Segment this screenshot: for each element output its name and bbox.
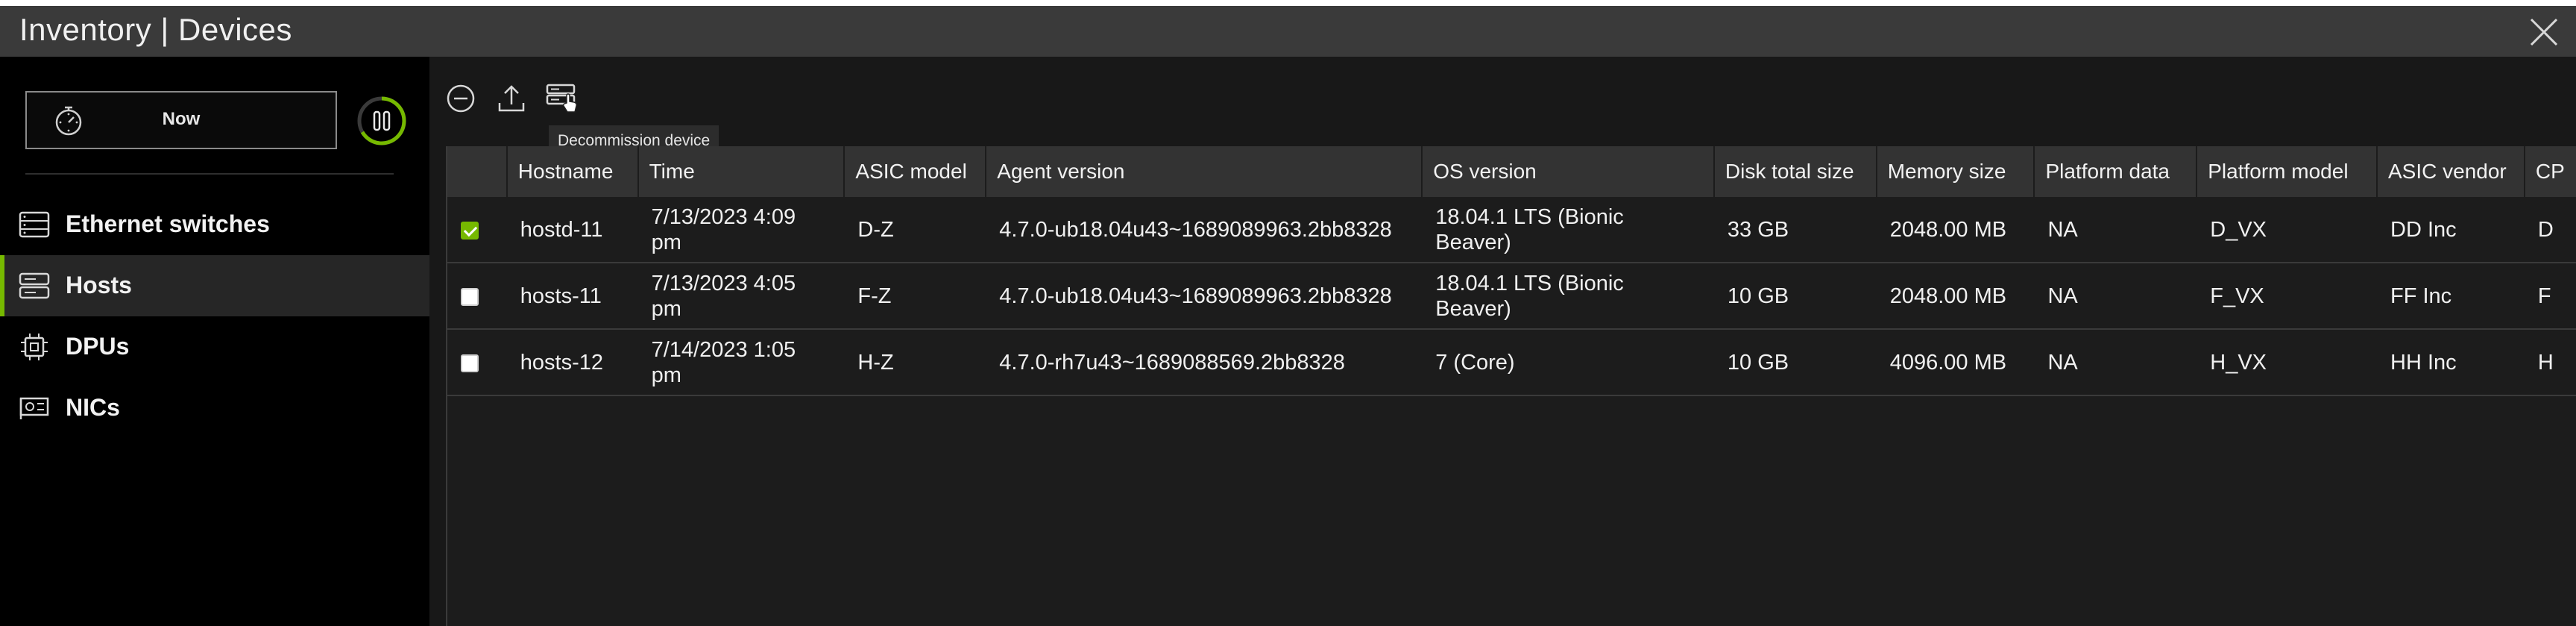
cell-time: 7/14/2023 1:05 pm (637, 329, 845, 396)
column-header-truncated[interactable]: CP (2524, 146, 2576, 197)
switch-icon (19, 211, 50, 238)
cell-truncated: D (2524, 197, 2576, 263)
decommission-button[interactable] (544, 81, 580, 116)
remove-icon (447, 84, 475, 113)
inventory-window: Inventory | Devices Now Ethernet switche… (0, 6, 2576, 626)
cell-disk-total-size: 33 GB (1713, 197, 1877, 263)
cell-time: 7/13/2023 4:05 pm (637, 263, 845, 330)
column-header-time[interactable]: Time (637, 146, 845, 197)
cell-asic-model: H-Z (844, 329, 986, 396)
cell-asic-model: F-Z (844, 263, 986, 330)
sidebar-item-label: Ethernet switches (66, 210, 270, 237)
column-header-asic-model[interactable]: ASIC model (844, 146, 987, 197)
server-icon (19, 272, 50, 299)
cell-agent-version: 4.7.0-rh7u43~1689088569.2bb8328 (986, 329, 1423, 396)
cell-platform-data: NA (2034, 263, 2197, 330)
cell-os-version: 18.04.1 LTS (Bionic Beaver) (1422, 263, 1714, 330)
window-title: Inventory | Devices (19, 12, 292, 47)
decommission-icon (546, 84, 577, 113)
close-icon (2530, 18, 2558, 46)
cell-agent-version: 4.7.0-ub18.04u43~1689089963.2bb8328 (986, 263, 1423, 330)
cell-platform-model: F_VX (2196, 263, 2377, 330)
column-header-platform-data[interactable]: Platform data (2034, 146, 2198, 197)
cell-memory-size: 2048.00 MB (1876, 263, 2035, 330)
remove-button[interactable] (443, 81, 479, 116)
row-checkbox[interactable] (461, 287, 479, 306)
cell-asic-model: D-Z (844, 197, 986, 263)
cell-asic-vendor: HH Inc (2377, 329, 2525, 396)
cell-memory-size: 2048.00 MB (1876, 197, 2035, 263)
cell-hostname: hosts-12 (506, 329, 638, 396)
sidebar-item-hosts[interactable]: Hosts (0, 255, 429, 316)
column-header-agent-version[interactable]: Agent version (986, 146, 1423, 197)
main-panel: Decommission device Hostname Time ASIC m… (429, 57, 2576, 626)
column-header-memory-size[interactable]: Memory size (1876, 146, 2035, 197)
time-picker-label: Now (162, 109, 201, 129)
cell-platform-data: NA (2034, 197, 2197, 263)
cell-asic-vendor: DD Inc (2377, 197, 2525, 263)
cell-platform-model: D_VX (2196, 197, 2377, 263)
cell-os-version: 7 (Core) (1422, 329, 1714, 396)
chip-icon (21, 334, 48, 360)
cell-platform-model: H_VX (2196, 329, 2377, 396)
table-row[interactable]: hostd-11 7/13/2023 4:09 pm D-Z 4.7.0-ub1… (447, 197, 2576, 263)
sidebar-item-label: Hosts (66, 272, 132, 298)
table-row[interactable]: hosts-12 7/14/2023 1:05 pm H-Z 4.7.0-rh7… (447, 329, 2576, 396)
time-picker-button[interactable]: Now (25, 91, 337, 149)
row-checkbox[interactable] (461, 354, 479, 372)
column-header-disk-total-size[interactable]: Disk total size (1713, 146, 1877, 197)
cell-memory-size: 4096.00 MB (1876, 329, 2035, 396)
select-all-header (447, 146, 508, 197)
column-header-platform-model[interactable]: Platform model (2196, 146, 2378, 197)
title-bar: Inventory | Devices (0, 6, 2576, 57)
sidebar-item-label: DPUs (66, 333, 130, 360)
pause-icon (357, 96, 406, 145)
sidebar-item-nics[interactable]: NICs (0, 378, 429, 439)
cell-time: 7/13/2023 4:09 pm (637, 197, 845, 263)
cell-truncated: H (2524, 329, 2576, 396)
sidebar: Now Ethernet switches Hosts DPUs NICs (0, 57, 429, 626)
export-icon (498, 85, 525, 112)
cell-disk-total-size: 10 GB (1713, 329, 1877, 396)
nic-icon (19, 397, 49, 419)
cell-hostname: hosts-11 (506, 263, 638, 330)
sidebar-item-dpus[interactable]: DPUs (0, 316, 429, 378)
column-header-hostname[interactable]: Hostname (506, 146, 639, 197)
cell-truncated: F (2524, 263, 2576, 330)
devices-table: Hostname Time ASIC model Agent version O… (446, 146, 2576, 626)
column-header-asic-vendor[interactable]: ASIC vendor (2377, 146, 2525, 197)
row-checkbox[interactable] (461, 221, 479, 240)
cell-os-version: 18.04.1 LTS (Bionic Beaver) (1422, 197, 1714, 263)
cell-asic-vendor: FF Inc (2377, 263, 2525, 330)
cell-hostname: hostd-11 (506, 197, 638, 263)
sidebar-divider (25, 173, 394, 175)
devices-table-grid: Hostname Time ASIC model Agent version O… (447, 146, 2576, 396)
table-header-row: Hostname Time ASIC model Agent version O… (447, 146, 2576, 197)
cell-agent-version: 4.7.0-ub18.04u43~1689089963.2bb8328 (986, 197, 1423, 263)
close-button[interactable] (2525, 13, 2563, 51)
pause-refresh-button[interactable] (356, 96, 407, 146)
export-button[interactable] (494, 81, 529, 116)
table-row[interactable]: hosts-11 7/13/2023 4:05 pm F-Z 4.7.0-ub1… (447, 263, 2576, 330)
column-header-os-version[interactable]: OS version (1422, 146, 1715, 197)
sidebar-item-label: NICs (66, 394, 120, 421)
cell-platform-data: NA (2034, 329, 2197, 396)
sidebar-item-ethernet-switches[interactable]: Ethernet switches (0, 194, 429, 255)
cell-disk-total-size: 10 GB (1713, 263, 1877, 330)
